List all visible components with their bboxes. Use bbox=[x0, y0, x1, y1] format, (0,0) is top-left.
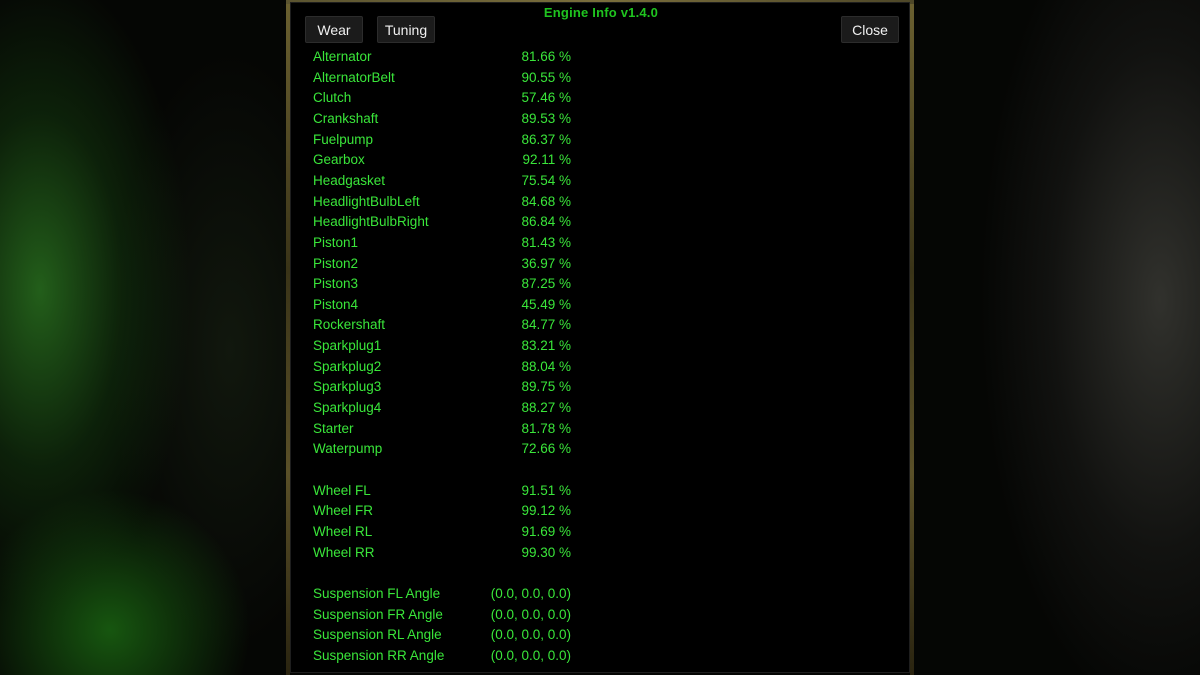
suspension-row: Suspension FL Angle (0.0, 0.0, 0.0) bbox=[291, 584, 911, 604]
row-label: Fuelpump bbox=[313, 131, 374, 147]
engine-part-row: Crankshaft 89.53 % bbox=[291, 109, 911, 129]
wheel-row: Wheel FL 91.51 % bbox=[291, 481, 911, 501]
row-label: Piston4 bbox=[313, 296, 359, 312]
row-label: HeadlightBulbLeft bbox=[313, 193, 420, 209]
row-label: Gearbox bbox=[313, 152, 365, 168]
row-label: Suspension FL Angle bbox=[313, 585, 441, 601]
row-value: 90.55 % bbox=[521, 69, 571, 85]
engine-part-row: Piston4 45.49 % bbox=[291, 295, 911, 315]
row-value: 83.21 % bbox=[521, 338, 571, 354]
wheel-row: Wheel RR 99.30 % bbox=[291, 543, 911, 563]
engine-part-row: Sparkplug2 88.04 % bbox=[291, 357, 911, 377]
engine-part-row: Fuelpump 86.37 % bbox=[291, 130, 911, 150]
row-value: 72.66 % bbox=[521, 441, 571, 457]
row-value: 87.25 % bbox=[521, 276, 571, 292]
row-value: (0.0, 0.0, 0.0) bbox=[490, 647, 571, 663]
row-value: 91.69 % bbox=[521, 523, 571, 539]
engine-info-window: Engine Info v1.4.0 Wear Tuning Close Alt… bbox=[290, 2, 910, 673]
row-value: 75.54 % bbox=[521, 172, 571, 188]
row-label: Piston2 bbox=[313, 255, 359, 271]
tuning-button[interactable]: Tuning bbox=[377, 16, 435, 43]
row-label: Suspension RL Angle bbox=[313, 627, 442, 643]
engine-part-row: AlternatorBelt 90.55 % bbox=[291, 68, 911, 88]
engine-part-row: Piston1 81.43 % bbox=[291, 233, 911, 253]
engine-part-row: Piston3 87.25 % bbox=[291, 274, 911, 294]
engine-part-row: Clutch 57.46 % bbox=[291, 88, 911, 108]
row-value: 89.75 % bbox=[521, 379, 571, 395]
row-label: Sparkplug1 bbox=[313, 338, 382, 354]
row-label: HeadlightBulbRight bbox=[313, 214, 429, 230]
row-value: 99.12 % bbox=[521, 503, 571, 519]
row-value: (0.0, 0.0, 0.0) bbox=[490, 606, 571, 622]
row-value: 84.68 % bbox=[521, 193, 571, 209]
engine-part-row: HeadlightBulbRight 86.84 % bbox=[291, 212, 911, 232]
row-label: Clutch bbox=[313, 90, 352, 106]
row-value: 89.53 % bbox=[521, 110, 571, 126]
engine-part-row: Rockershaft 84.77 % bbox=[291, 315, 911, 335]
row-label: Suspension RR Angle bbox=[313, 647, 445, 663]
row-label: Starter bbox=[313, 420, 354, 436]
engine-part-row: Sparkplug3 89.75 % bbox=[291, 377, 911, 397]
engine-part-row: Sparkplug1 83.21 % bbox=[291, 336, 911, 356]
row-value: 92.11 % bbox=[522, 152, 571, 168]
row-label: Piston3 bbox=[313, 276, 359, 292]
row-label: Waterpump bbox=[313, 441, 383, 457]
row-label: Headgasket bbox=[313, 172, 386, 188]
row-value: 81.66 % bbox=[521, 49, 571, 64]
row-value: (0.0, 0.0, 0.0) bbox=[490, 585, 571, 601]
row-label: Wheel FL bbox=[313, 482, 371, 498]
row-label: Sparkplug2 bbox=[313, 358, 382, 374]
engine-part-row: Headgasket 75.54 % bbox=[291, 171, 911, 191]
row-label: Rockershaft bbox=[313, 317, 386, 333]
row-label: Sparkplug4 bbox=[313, 400, 382, 416]
row-label: Crankshaft bbox=[313, 110, 379, 126]
suspension-row: Suspension FR Angle (0.0, 0.0, 0.0) bbox=[291, 605, 911, 625]
engine-part-row: Piston2 36.97 % bbox=[291, 254, 911, 274]
suspension-row: Suspension RL Angle (0.0, 0.0, 0.0) bbox=[291, 625, 911, 645]
wheel-row: Wheel FR 99.12 % bbox=[291, 501, 911, 521]
row-label: Wheel RL bbox=[313, 523, 373, 539]
close-button[interactable]: Close bbox=[841, 16, 899, 43]
row-value: 57.46 % bbox=[521, 90, 571, 106]
row-value: 86.84 % bbox=[521, 214, 571, 230]
row-value: 99.30 % bbox=[521, 544, 571, 560]
row-value: 81.43 % bbox=[521, 234, 571, 250]
suspension-row: Suspension RR Angle (0.0, 0.0, 0.0) bbox=[291, 646, 911, 666]
engine-part-row: Waterpump 72.66 % bbox=[291, 439, 911, 459]
row-label: Sparkplug3 bbox=[313, 379, 382, 395]
row-value: (0.0, 0.0, 0.0) bbox=[490, 627, 571, 643]
row-value: 84.77 % bbox=[521, 317, 571, 333]
row-label: Wheel FR bbox=[313, 503, 374, 519]
engine-part-row: Gearbox 92.11 % bbox=[291, 150, 911, 170]
wear-button[interactable]: Wear bbox=[305, 16, 363, 43]
row-value: 88.04 % bbox=[521, 358, 571, 374]
row-label: Piston1 bbox=[313, 234, 359, 250]
row-value: 81.78 % bbox=[521, 420, 571, 436]
row-value: 91.51 % bbox=[521, 482, 571, 498]
engine-part-row: Starter 81.78 % bbox=[291, 419, 911, 439]
row-label: AlternatorBelt bbox=[313, 69, 395, 85]
engine-part-row: Sparkplug4 88.27 % bbox=[291, 398, 911, 418]
row-value: 88.27 % bbox=[521, 400, 571, 416]
row-value: 36.97 % bbox=[521, 255, 571, 271]
engine-part-row: Alternator 81.66 % bbox=[291, 47, 911, 67]
wheel-row: Wheel RL 91.69 % bbox=[291, 522, 911, 542]
row-label: Suspension FR Angle bbox=[313, 606, 443, 622]
row-label: Alternator bbox=[313, 49, 372, 64]
row-label: Wheel RR bbox=[313, 544, 375, 560]
row-value: 45.49 % bbox=[521, 296, 571, 312]
row-value: 86.37 % bbox=[521, 131, 571, 147]
engine-part-row: HeadlightBulbLeft 84.68 % bbox=[291, 192, 911, 212]
